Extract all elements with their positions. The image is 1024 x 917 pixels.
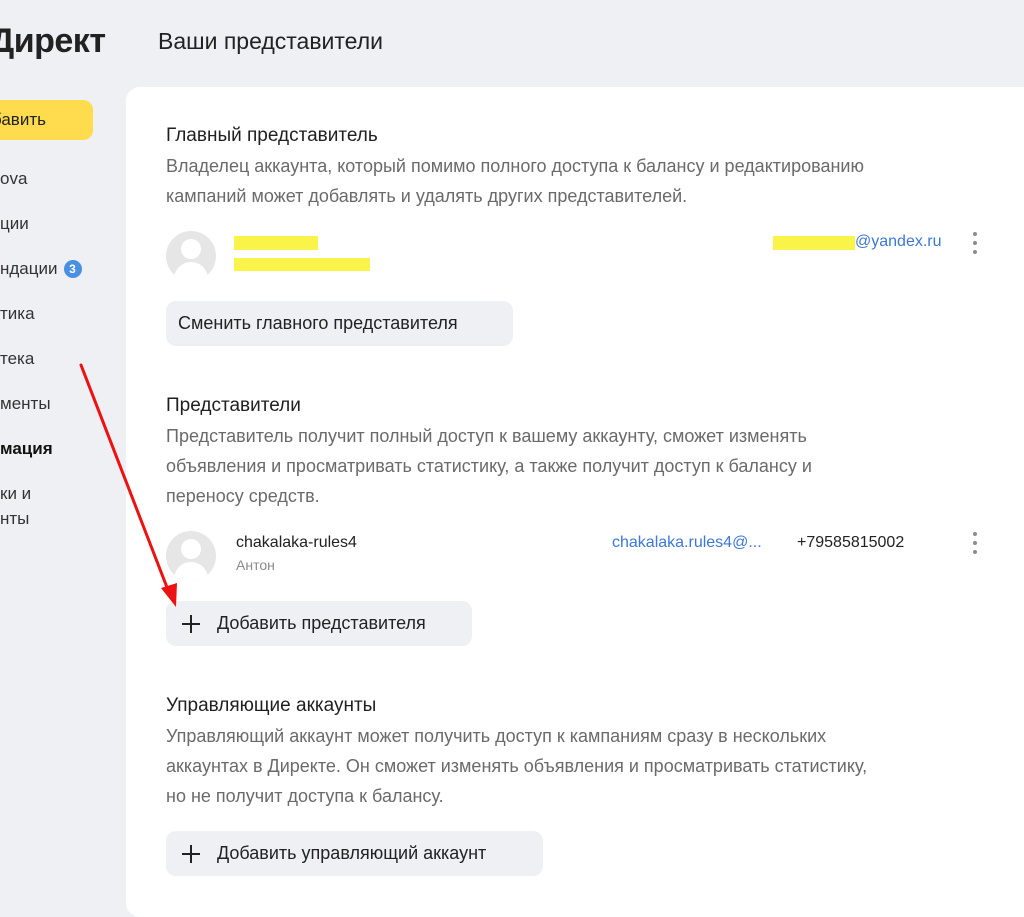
redacted-name	[234, 258, 370, 271]
rep-more-options-icon[interactable]	[965, 530, 985, 556]
add-agency-button[interactable]: Добавить управляющий аккаунт	[166, 831, 543, 876]
recommendations-count-badge: 3	[63, 260, 82, 278]
more-options-icon[interactable]	[965, 230, 985, 256]
redacted-email-prefix	[773, 236, 855, 250]
reps-desc-line3: переносу средств.	[166, 486, 320, 506]
reps-desc-line1: Представитель получит полный доступ к ва…	[166, 426, 807, 446]
sidebar: Директ бавить ova ции ндации3 тика тека …	[0, 0, 125, 906]
sidebar-item-label: ндации	[0, 259, 58, 278]
reps-desc-line2: объявления и просматривать статистику, а…	[166, 456, 812, 476]
add-representative-label: Добавить представителя	[217, 613, 426, 633]
main-rep-email[interactable]: @yandex.ru	[855, 233, 942, 251]
sidebar-item-recommendations[interactable]: ндации 3	[0, 259, 82, 279]
page-title: Ваши представители	[158, 28, 383, 54]
agency-desc-line1: Управляющий аккаунт может получить досту…	[166, 726, 827, 746]
sidebar-item-statistics[interactable]: тика	[0, 304, 35, 324]
main-rep-desc-line1: Владелец аккаунта, который помимо полног…	[166, 156, 864, 176]
rep-login: chakalaka-rules4	[236, 534, 357, 551]
sidebar-item-tools[interactable]: менты	[0, 394, 51, 414]
add-representative-button[interactable]: Добавить представителя	[166, 601, 472, 646]
agency-title: Управляющие аккаунты	[166, 695, 377, 716]
rep-name: Антон	[236, 557, 275, 573]
agency-desc-line3: но не получит доступа к балансу.	[166, 786, 444, 806]
rep-phone: +79585815002	[797, 534, 905, 551]
plus-icon	[182, 844, 200, 863]
sidebar-item-library[interactable]: тека	[0, 349, 34, 369]
rep-email[interactable]: chakalaka.rules4@...	[612, 534, 762, 552]
agency-description: Управляющий аккаунт может получить досту…	[166, 721, 966, 811]
main-rep-description: Владелец аккаунта, который помимо полног…	[166, 151, 966, 211]
redacted-login	[234, 236, 318, 250]
sidebar-item-overview[interactable]: ova	[0, 169, 27, 189]
add-agency-label: Добавить управляющий аккаунт	[217, 843, 487, 863]
change-main-rep-button[interactable]: Сменить главного представителя	[166, 301, 513, 346]
logo[interactable]: Директ	[0, 22, 106, 61]
plus-icon	[182, 614, 200, 633]
reps-title: Представители	[166, 395, 301, 416]
sidebar-item-settings-line2[interactable]: нты	[0, 509, 29, 529]
reps-description: Представитель получит полный доступ к ва…	[166, 421, 966, 511]
main-rep-desc-line2: кампаний может добавлять и удалять други…	[166, 186, 688, 206]
rep-avatar	[166, 531, 216, 581]
main-rep-title: Главный представитель	[166, 125, 378, 146]
sidebar-item-campaigns[interactable]: ции	[0, 214, 29, 234]
sidebar-item-info[interactable]: мация	[0, 439, 53, 459]
add-campaign-button[interactable]: бавить	[0, 100, 93, 140]
agency-desc-line2: аккаунтах в Директе. Он сможет изменять …	[166, 756, 868, 776]
sidebar-item-settings-line1[interactable]: ки и	[0, 484, 31, 504]
main-rep-avatar	[166, 231, 216, 281]
